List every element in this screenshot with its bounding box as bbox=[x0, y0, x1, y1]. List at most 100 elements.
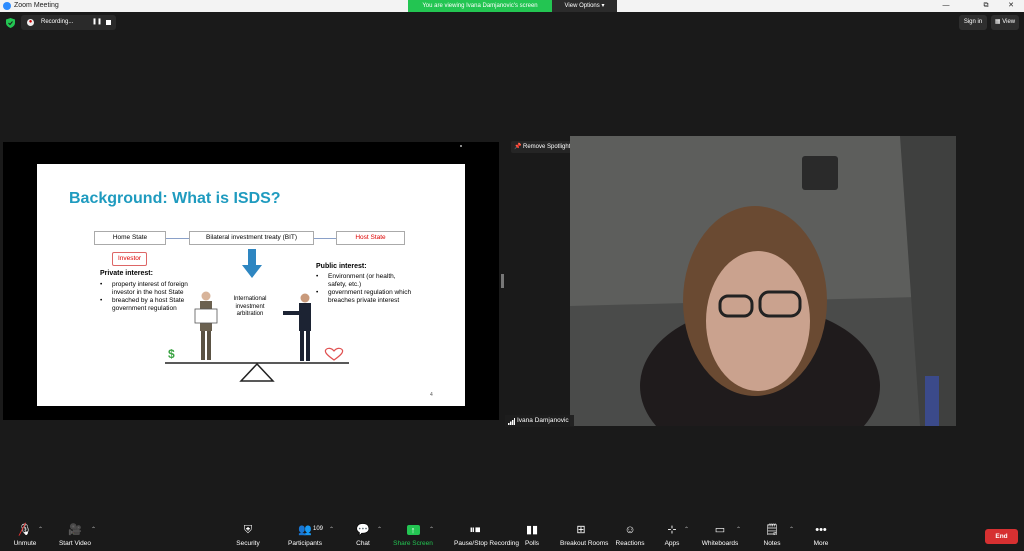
notes-icon: 🗒 bbox=[765, 524, 779, 536]
chevron-up-icon[interactable]: ⌃ bbox=[789, 526, 794, 533]
breakout-rooms-button[interactable]: ⊞ Breakout Rooms bbox=[560, 516, 608, 551]
more-dots-icon: ••• bbox=[815, 524, 827, 536]
list-item: • Environment (or health, safety, etc.) bbox=[316, 273, 396, 288]
share-screen-icon: ↑ bbox=[402, 524, 424, 536]
home-state-box: Home State bbox=[94, 231, 166, 245]
meeting-toolbar: 🎙 ╱ Unmute ⌃ 🎥 Start Video ⌃ ⛨ Security 👥… bbox=[0, 516, 1024, 551]
recording-dot-icon: ● bbox=[27, 19, 34, 26]
smiley-icon: ☺ bbox=[624, 524, 636, 536]
signal-strength-icon bbox=[508, 418, 515, 425]
view-button[interactable]: ▦ View bbox=[991, 15, 1019, 30]
connector-line bbox=[164, 238, 189, 239]
view-options-button[interactable]: View Options ▾ bbox=[552, 0, 617, 12]
bit-box: Bilateral investment treaty (BIT) bbox=[189, 231, 314, 245]
unmute-button[interactable]: 🎙 ╱ Unmute bbox=[14, 516, 37, 551]
more-label: More bbox=[813, 540, 829, 547]
arbitration-label: International investment arbitration bbox=[233, 296, 267, 317]
speaker-video bbox=[570, 136, 956, 426]
slide-title: Background: What is ISDS? bbox=[69, 190, 281, 207]
unmute-label: Unmute bbox=[13, 540, 37, 547]
end-meeting-button[interactable]: End bbox=[985, 529, 1018, 544]
polls-button[interactable]: ▮▮ Polls bbox=[521, 516, 543, 551]
sign-in-button[interactable]: Sign in bbox=[959, 15, 987, 30]
start-video-button[interactable]: 🎥 Start Video bbox=[59, 516, 91, 551]
pause-recording-icon[interactable]: ❚❚ bbox=[92, 15, 102, 30]
private-interest-list: • property interest of foreign investor i… bbox=[100, 281, 198, 313]
heart-icon bbox=[324, 347, 344, 361]
chevron-up-icon[interactable]: ⌃ bbox=[38, 526, 43, 533]
list-item: • property interest of foreign investor i… bbox=[100, 281, 188, 296]
businessman-pointing-image bbox=[283, 293, 311, 361]
chevron-up-icon[interactable]: ⌃ bbox=[736, 526, 741, 533]
shield-icon: ⛨ bbox=[243, 524, 253, 536]
security-label: Security bbox=[236, 540, 260, 547]
more-button[interactable]: ••• More bbox=[810, 516, 832, 551]
share-screen-button[interactable]: ↑ Share Screen bbox=[393, 516, 433, 551]
chat-icon: 💬 bbox=[356, 524, 370, 536]
whiteboards-label: Whiteboards bbox=[701, 540, 739, 547]
chevron-up-icon[interactable]: ⌃ bbox=[91, 526, 96, 533]
view-grid-icon: ▦ bbox=[994, 19, 1001, 25]
chevron-up-icon[interactable]: ⌃ bbox=[329, 526, 334, 533]
chevron-up-icon[interactable]: ⌃ bbox=[684, 526, 689, 533]
arrow-down-icon bbox=[242, 249, 262, 278]
reactions-label: Reactions bbox=[615, 540, 645, 547]
chevron-down-icon: ▾ bbox=[601, 3, 605, 9]
participants-button[interactable]: 👥 Participants bbox=[288, 516, 322, 551]
view-label: View bbox=[1002, 19, 1016, 25]
viewing-screen-banner: You are viewing Ivana Damjanovic's scree… bbox=[408, 0, 552, 12]
slide-page-number: 4 bbox=[430, 392, 433, 398]
apps-icon: ⊹ bbox=[667, 524, 677, 536]
muted-microphone-icon: 🎙 ╱ bbox=[18, 524, 32, 536]
seesaw-balance-icon bbox=[165, 362, 349, 382]
pin-icon: 📌 bbox=[514, 144, 522, 150]
connector-line bbox=[312, 238, 336, 239]
window-title: Zoom Meeting bbox=[14, 2, 59, 9]
host-state-box: Host State bbox=[336, 231, 405, 245]
participants-count: 109 bbox=[313, 526, 324, 532]
breakout-rooms-label: Breakout Rooms bbox=[560, 540, 609, 547]
speaker-name: Ivana Damjanovic bbox=[517, 417, 569, 424]
reactions-button[interactable]: ☺ Reactions bbox=[616, 516, 645, 551]
polls-label: Polls bbox=[524, 540, 540, 547]
presentation-slide: Background: What is ISDS? Home State Bil… bbox=[37, 164, 465, 406]
list-item: • breached by a host State government reg… bbox=[100, 297, 185, 312]
recording-label: Recording... bbox=[41, 19, 74, 25]
notes-label: Notes bbox=[763, 540, 781, 547]
dollar-icon: $ bbox=[168, 347, 175, 361]
chat-label: Chat bbox=[356, 540, 370, 547]
stop-recording-icon[interactable] bbox=[106, 20, 111, 25]
maximize-button[interactable]: ⧉ bbox=[975, 0, 997, 12]
remove-spotlight-label: Remove Spotlight bbox=[523, 144, 571, 150]
breakout-grid-icon: ⊞ bbox=[576, 524, 586, 536]
whiteboards-button[interactable]: ▭ Whiteboards bbox=[702, 516, 739, 551]
pause-stop-recording-label: Pause/Stop Recording bbox=[454, 540, 520, 547]
chat-button[interactable]: 💬 Chat bbox=[352, 516, 374, 551]
public-interest-list: • Environment (or health, safety, etc.) •… bbox=[316, 273, 416, 305]
chevron-up-icon[interactable]: ⌃ bbox=[377, 526, 382, 533]
businessman-holding-sign-image bbox=[194, 291, 218, 360]
investor-box: Investor bbox=[112, 252, 147, 266]
remove-spotlight-button[interactable]: 📌 Remove Spotlight bbox=[511, 141, 577, 153]
private-interest-heading: Private interest: bbox=[100, 270, 153, 277]
security-button[interactable]: ⛨ Security bbox=[236, 516, 259, 551]
speaker-name-tag: Ivana Damjanovic bbox=[505, 415, 574, 427]
pause-stop-recording-button[interactable]: ⏸⏹ Pause/Stop Recording bbox=[454, 516, 519, 551]
list-item: • government regulation which breaches pr… bbox=[316, 289, 412, 304]
apps-button[interactable]: ⊹ Apps bbox=[661, 516, 683, 551]
encryption-shield-icon[interactable] bbox=[6, 18, 15, 28]
bar-chart-icon: ▮▮ bbox=[525, 524, 539, 536]
minimize-button[interactable]: — bbox=[935, 0, 957, 12]
apps-label: Apps bbox=[664, 540, 680, 547]
recording-indicator: ● Recording... ❚❚ bbox=[21, 15, 116, 30]
speaker-video-frame bbox=[570, 136, 956, 426]
share-screen-label: Share Screen bbox=[393, 540, 433, 547]
pause-stop-icon: ⏸⏹ bbox=[469, 524, 481, 536]
public-interest-heading: Public interest: bbox=[316, 263, 367, 270]
chevron-up-icon[interactable]: ⌃ bbox=[429, 526, 434, 533]
close-button[interactable]: ✕ bbox=[1000, 0, 1022, 12]
share-indicator-dot bbox=[460, 145, 462, 147]
notes-button[interactable]: 🗒 Notes bbox=[761, 516, 783, 551]
panel-resize-handle[interactable] bbox=[501, 274, 504, 288]
zoom-logo-icon bbox=[3, 2, 11, 10]
